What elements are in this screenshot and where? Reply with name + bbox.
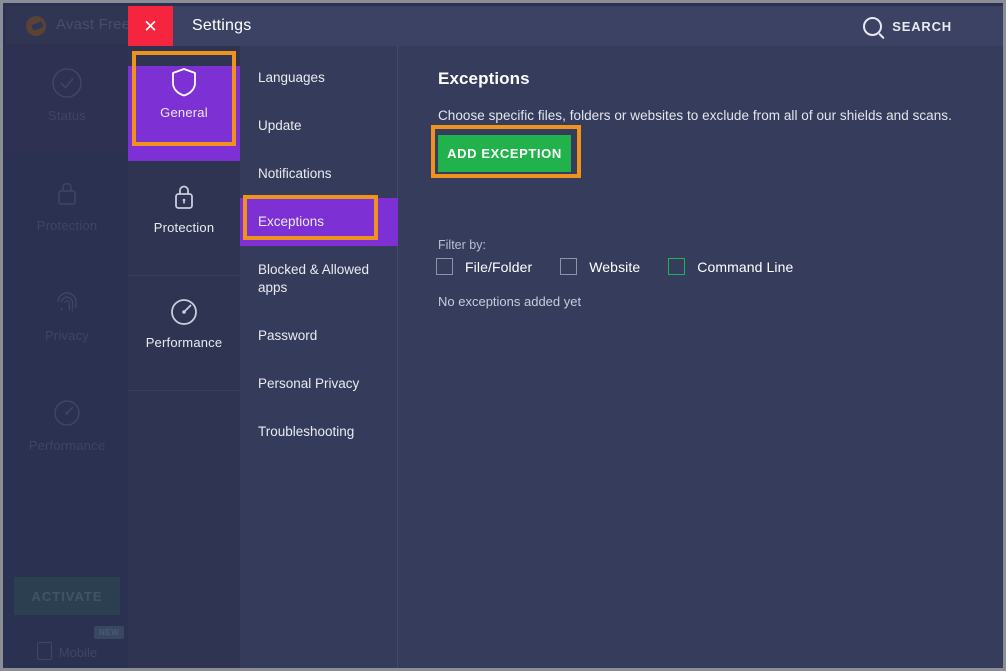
settings-category-list: General Protection Performance <box>128 46 240 668</box>
filter-option-file-folder[interactable]: File/Folder <box>436 258 532 275</box>
shield-icon <box>169 66 199 98</box>
avast-logo-icon <box>26 16 46 36</box>
category-label-general: General <box>160 105 208 120</box>
speedometer-icon <box>50 396 84 430</box>
settings-window: ✕ Settings SEARCH General Protection Per… <box>128 6 1003 668</box>
filter-by-label: Filter by: <box>438 238 486 252</box>
search-icon <box>863 16 883 36</box>
fingerprint-icon <box>50 286 84 320</box>
bg-sidebar-item-protection[interactable]: Protection <box>6 154 128 264</box>
submenu-item-password[interactable]: Password <box>240 312 398 360</box>
search-button[interactable]: SEARCH <box>863 15 952 37</box>
filter-option-website[interactable]: Website <box>560 258 640 275</box>
checkbox-file-folder[interactable] <box>436 258 453 275</box>
check-circle-icon <box>50 66 84 100</box>
bg-activate-button[interactable]: ACTIVATE <box>14 577 120 615</box>
close-icon: ✕ <box>143 16 158 36</box>
category-item-performance[interactable]: Performance <box>128 296 240 391</box>
category-label-performance: Performance <box>145 335 223 350</box>
empty-state-message: No exceptions added yet <box>438 294 582 309</box>
submenu-item-blocked-allowed-apps[interactable]: Blocked & Allowed apps <box>240 246 398 312</box>
category-item-general[interactable]: General <box>128 66 240 161</box>
filter-options-row: File/Folder Website Command Line <box>436 258 821 275</box>
search-label: SEARCH <box>892 18 952 34</box>
filter-label-website: Website <box>589 258 641 275</box>
bg-sidebar-label-privacy: Privacy <box>44 328 90 343</box>
filter-label-command-line: Command Line <box>697 258 794 275</box>
add-exception-button[interactable]: ADD EXCEPTION <box>438 135 571 172</box>
filter-label-file-folder: File/Folder <box>465 258 533 275</box>
bg-sidebar-item-performance[interactable]: Performance <box>6 374 128 484</box>
bg-sidebar-label-status: Status <box>47 108 87 123</box>
checkbox-website[interactable] <box>560 258 578 275</box>
bg-sidebar-item-privacy[interactable]: Privacy <box>6 264 128 374</box>
bg-sidebar-item-mobile[interactable]: Mobile <box>6 642 128 660</box>
speedometer-icon <box>169 296 199 328</box>
bg-sidebar-label-performance: Performance <box>28 438 106 453</box>
category-label-protection: Protection <box>153 220 215 235</box>
filter-option-command-line[interactable]: Command Line <box>668 258 793 275</box>
bg-mobile-label: Mobile <box>58 645 98 660</box>
background-sidebar: Status Protection Privacy Performance AC… <box>6 44 128 668</box>
settings-content-pane: Exceptions Choose specific files, folder… <box>398 46 1003 668</box>
category-item-protection[interactable]: Protection <box>128 181 240 276</box>
submenu-item-personal-privacy[interactable]: Personal Privacy <box>240 360 398 408</box>
close-button[interactable]: ✕ <box>128 6 173 46</box>
checkbox-command-line[interactable] <box>668 258 686 275</box>
settings-submenu-list: Languages Update Notifications Exception… <box>240 46 398 668</box>
bg-sidebar-label-protection: Protection <box>36 218 98 233</box>
settings-title: Settings <box>192 17 252 34</box>
bg-new-badge: NEW <box>94 626 125 639</box>
lock-icon <box>169 181 199 213</box>
page-description: Choose specific files, folders or websit… <box>438 108 952 123</box>
mobile-device-icon <box>36 642 52 660</box>
bg-sidebar-item-status[interactable]: Status <box>6 44 128 154</box>
application-window: Avast Free A Status Protection Privacy P… <box>0 0 1006 671</box>
submenu-item-notifications[interactable]: Notifications <box>240 150 398 198</box>
submenu-item-exceptions[interactable]: Exceptions <box>240 198 398 246</box>
submenu-item-update[interactable]: Update <box>240 102 398 150</box>
submenu-item-troubleshooting[interactable]: Troubleshooting <box>240 408 398 456</box>
page-title: Exceptions <box>438 69 530 88</box>
submenu-item-languages[interactable]: Languages <box>240 54 398 102</box>
lock-icon <box>50 176 84 210</box>
settings-header: ✕ Settings SEARCH <box>128 6 1003 46</box>
